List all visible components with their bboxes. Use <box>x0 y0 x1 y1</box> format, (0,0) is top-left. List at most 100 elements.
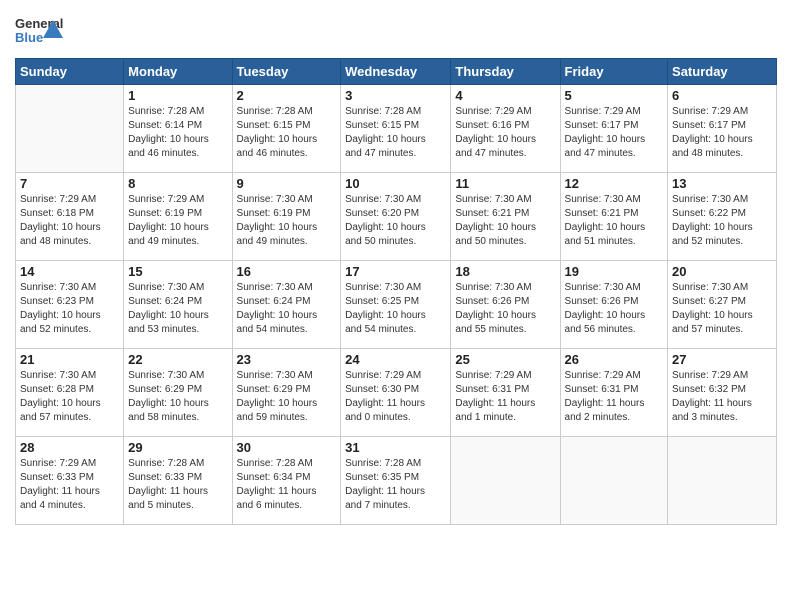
calendar-cell: 24 Sunrise: 7:29 AM Sunset: 6:30 PM Dayli… <box>341 349 451 437</box>
day-info: Sunrise: 7:29 AM Sunset: 6:18 PM Dayligh… <box>20 193 119 249</box>
calendar-cell: 25Sunrise: 7:29 AM Sunset: 6:31 PM Dayli… <box>451 349 560 437</box>
day-number: 30 <box>237 440 337 455</box>
day-header-sunday: Sunday <box>16 59 124 85</box>
day-info: Sunrise: 7:29 AM Sunset: 6:16 PM Dayligh… <box>455 105 555 161</box>
day-info: Sunrise: 7:30 AM Sunset: 6:28 PM Dayligh… <box>20 369 119 425</box>
week-row-5: 28 Sunrise: 7:29 AM Sunset: 6:33 PM Dayli… <box>16 437 777 525</box>
day-number: 15 <box>128 264 227 279</box>
calendar-cell: 7 Sunrise: 7:29 AM Sunset: 6:18 PM Daylig… <box>16 173 124 261</box>
week-row-1: 1 Sunrise: 7:28 AM Sunset: 6:14 PM Daylig… <box>16 85 777 173</box>
day-info: Sunrise: 7:29 AM Sunset: 6:19 PM Dayligh… <box>128 193 227 249</box>
calendar-cell: 20 Sunrise: 7:30 AM Sunset: 6:27 PM Dayli… <box>668 261 777 349</box>
day-number: 6 <box>672 88 772 103</box>
day-info: Sunrise: 7:30 AM Sunset: 6:24 PM Dayligh… <box>128 281 227 337</box>
day-info: Sunrise: 7:28 AM Sunset: 6:35 PM Dayligh… <box>345 457 446 513</box>
calendar-cell <box>668 437 777 525</box>
calendar-cell: 17 Sunrise: 7:30 AM Sunset: 6:25 PM Dayli… <box>341 261 451 349</box>
day-number: 13 <box>672 176 772 191</box>
calendar-cell: 22Sunrise: 7:30 AM Sunset: 6:29 PM Dayli… <box>124 349 232 437</box>
day-number: 18 <box>455 264 555 279</box>
calendar-cell: 30 Sunrise: 7:28 AM Sunset: 6:34 PM Dayli… <box>232 437 341 525</box>
day-info: Sunrise: 7:29 AM Sunset: 6:32 PM Dayligh… <box>672 369 772 425</box>
day-info: Sunrise: 7:30 AM Sunset: 6:26 PM Dayligh… <box>565 281 664 337</box>
calendar-cell <box>16 85 124 173</box>
calendar-cell <box>560 437 668 525</box>
day-info: Sunrise: 7:29 AM Sunset: 6:31 PM Dayligh… <box>565 369 664 425</box>
day-number: 26 <box>565 352 664 367</box>
day-info: Sunrise: 7:30 AM Sunset: 6:22 PM Dayligh… <box>672 193 772 249</box>
day-number: 29 <box>128 440 227 455</box>
calendar-cell: 12Sunrise: 7:30 AM Sunset: 6:21 PM Dayli… <box>560 173 668 261</box>
day-info: Sunrise: 7:28 AM Sunset: 6:34 PM Dayligh… <box>237 457 337 513</box>
day-number: 16 <box>237 264 337 279</box>
calendar-cell: 3Sunrise: 7:28 AM Sunset: 6:15 PM Daylig… <box>341 85 451 173</box>
day-number: 2 <box>237 88 337 103</box>
calendar-cell: 14Sunrise: 7:30 AM Sunset: 6:23 PM Dayli… <box>16 261 124 349</box>
day-number: 1 <box>128 88 227 103</box>
day-number: 19 <box>565 264 664 279</box>
calendar-cell: 2 Sunrise: 7:28 AM Sunset: 6:15 PM Daylig… <box>232 85 341 173</box>
calendar-cell: 31 Sunrise: 7:28 AM Sunset: 6:35 PM Dayli… <box>341 437 451 525</box>
calendar-cell: 15 Sunrise: 7:30 AM Sunset: 6:24 PM Dayli… <box>124 261 232 349</box>
calendar-cell: 9Sunrise: 7:30 AM Sunset: 6:19 PM Daylig… <box>232 173 341 261</box>
day-number: 12 <box>565 176 664 191</box>
week-row-4: 21 Sunrise: 7:30 AM Sunset: 6:28 PM Dayli… <box>16 349 777 437</box>
day-number: 23 <box>237 352 337 367</box>
header-row: SundayMondayTuesdayWednesdayThursdayFrid… <box>16 59 777 85</box>
calendar-cell: 13 Sunrise: 7:30 AM Sunset: 6:22 PM Dayli… <box>668 173 777 261</box>
day-info: Sunrise: 7:28 AM Sunset: 6:14 PM Dayligh… <box>128 105 227 161</box>
calendar-cell: 5Sunrise: 7:29 AM Sunset: 6:17 PM Daylig… <box>560 85 668 173</box>
day-number: 5 <box>565 88 664 103</box>
week-row-2: 7 Sunrise: 7:29 AM Sunset: 6:18 PM Daylig… <box>16 173 777 261</box>
calendar-cell: 29 Sunrise: 7:28 AM Sunset: 6:33 PM Dayli… <box>124 437 232 525</box>
day-number: 11 <box>455 176 555 191</box>
day-info: Sunrise: 7:30 AM Sunset: 6:25 PM Dayligh… <box>345 281 446 337</box>
day-number: 31 <box>345 440 446 455</box>
day-header-friday: Friday <box>560 59 668 85</box>
week-row-3: 14Sunrise: 7:30 AM Sunset: 6:23 PM Dayli… <box>16 261 777 349</box>
logo: General Blue <box>15 10 63 50</box>
day-info: Sunrise: 7:30 AM Sunset: 6:23 PM Dayligh… <box>20 281 119 337</box>
calendar-cell: 6Sunrise: 7:29 AM Sunset: 6:17 PM Daylig… <box>668 85 777 173</box>
day-info: Sunrise: 7:30 AM Sunset: 6:29 PM Dayligh… <box>128 369 227 425</box>
calendar-cell: 28 Sunrise: 7:29 AM Sunset: 6:33 PM Dayli… <box>16 437 124 525</box>
day-number: 9 <box>237 176 337 191</box>
day-number: 24 <box>345 352 446 367</box>
day-number: 28 <box>20 440 119 455</box>
calendar-cell: 26 Sunrise: 7:29 AM Sunset: 6:31 PM Dayli… <box>560 349 668 437</box>
day-number: 17 <box>345 264 446 279</box>
day-info: Sunrise: 7:29 AM Sunset: 6:33 PM Dayligh… <box>20 457 119 513</box>
day-number: 10 <box>345 176 446 191</box>
day-number: 8 <box>128 176 227 191</box>
day-info: Sunrise: 7:28 AM Sunset: 6:33 PM Dayligh… <box>128 457 227 513</box>
calendar-cell: 19 Sunrise: 7:30 AM Sunset: 6:26 PM Dayli… <box>560 261 668 349</box>
calendar-table: SundayMondayTuesdayWednesdayThursdayFrid… <box>15 58 777 525</box>
day-number: 3 <box>345 88 446 103</box>
day-info: Sunrise: 7:30 AM Sunset: 6:24 PM Dayligh… <box>237 281 337 337</box>
calendar-cell: 18 Sunrise: 7:30 AM Sunset: 6:26 PM Dayli… <box>451 261 560 349</box>
day-info: Sunrise: 7:30 AM Sunset: 6:26 PM Dayligh… <box>455 281 555 337</box>
day-header-thursday: Thursday <box>451 59 560 85</box>
day-number: 20 <box>672 264 772 279</box>
day-number: 4 <box>455 88 555 103</box>
svg-text:Blue: Blue <box>15 30 43 45</box>
calendar-cell: 27 Sunrise: 7:29 AM Sunset: 6:32 PM Dayli… <box>668 349 777 437</box>
calendar-cell: 11Sunrise: 7:30 AM Sunset: 6:21 PM Dayli… <box>451 173 560 261</box>
day-number: 21 <box>20 352 119 367</box>
day-info: Sunrise: 7:30 AM Sunset: 6:20 PM Dayligh… <box>345 193 446 249</box>
day-info: Sunrise: 7:29 AM Sunset: 6:31 PM Dayligh… <box>455 369 555 425</box>
day-number: 27 <box>672 352 772 367</box>
calendar-cell: 4 Sunrise: 7:29 AM Sunset: 6:16 PM Daylig… <box>451 85 560 173</box>
calendar-cell: 23Sunrise: 7:30 AM Sunset: 6:29 PM Dayli… <box>232 349 341 437</box>
day-number: 7 <box>20 176 119 191</box>
day-info: Sunrise: 7:30 AM Sunset: 6:27 PM Dayligh… <box>672 281 772 337</box>
calendar-cell: 1 Sunrise: 7:28 AM Sunset: 6:14 PM Daylig… <box>124 85 232 173</box>
logo-icon: General Blue <box>15 10 63 50</box>
calendar-cell: 8 Sunrise: 7:29 AM Sunset: 6:19 PM Daylig… <box>124 173 232 261</box>
day-info: Sunrise: 7:29 AM Sunset: 6:30 PM Dayligh… <box>345 369 446 425</box>
day-info: Sunrise: 7:28 AM Sunset: 6:15 PM Dayligh… <box>237 105 337 161</box>
day-header-wednesday: Wednesday <box>341 59 451 85</box>
header: General Blue <box>15 10 777 50</box>
calendar-cell <box>451 437 560 525</box>
page: General Blue SundayMondayTuesdayWednesda… <box>0 0 792 612</box>
